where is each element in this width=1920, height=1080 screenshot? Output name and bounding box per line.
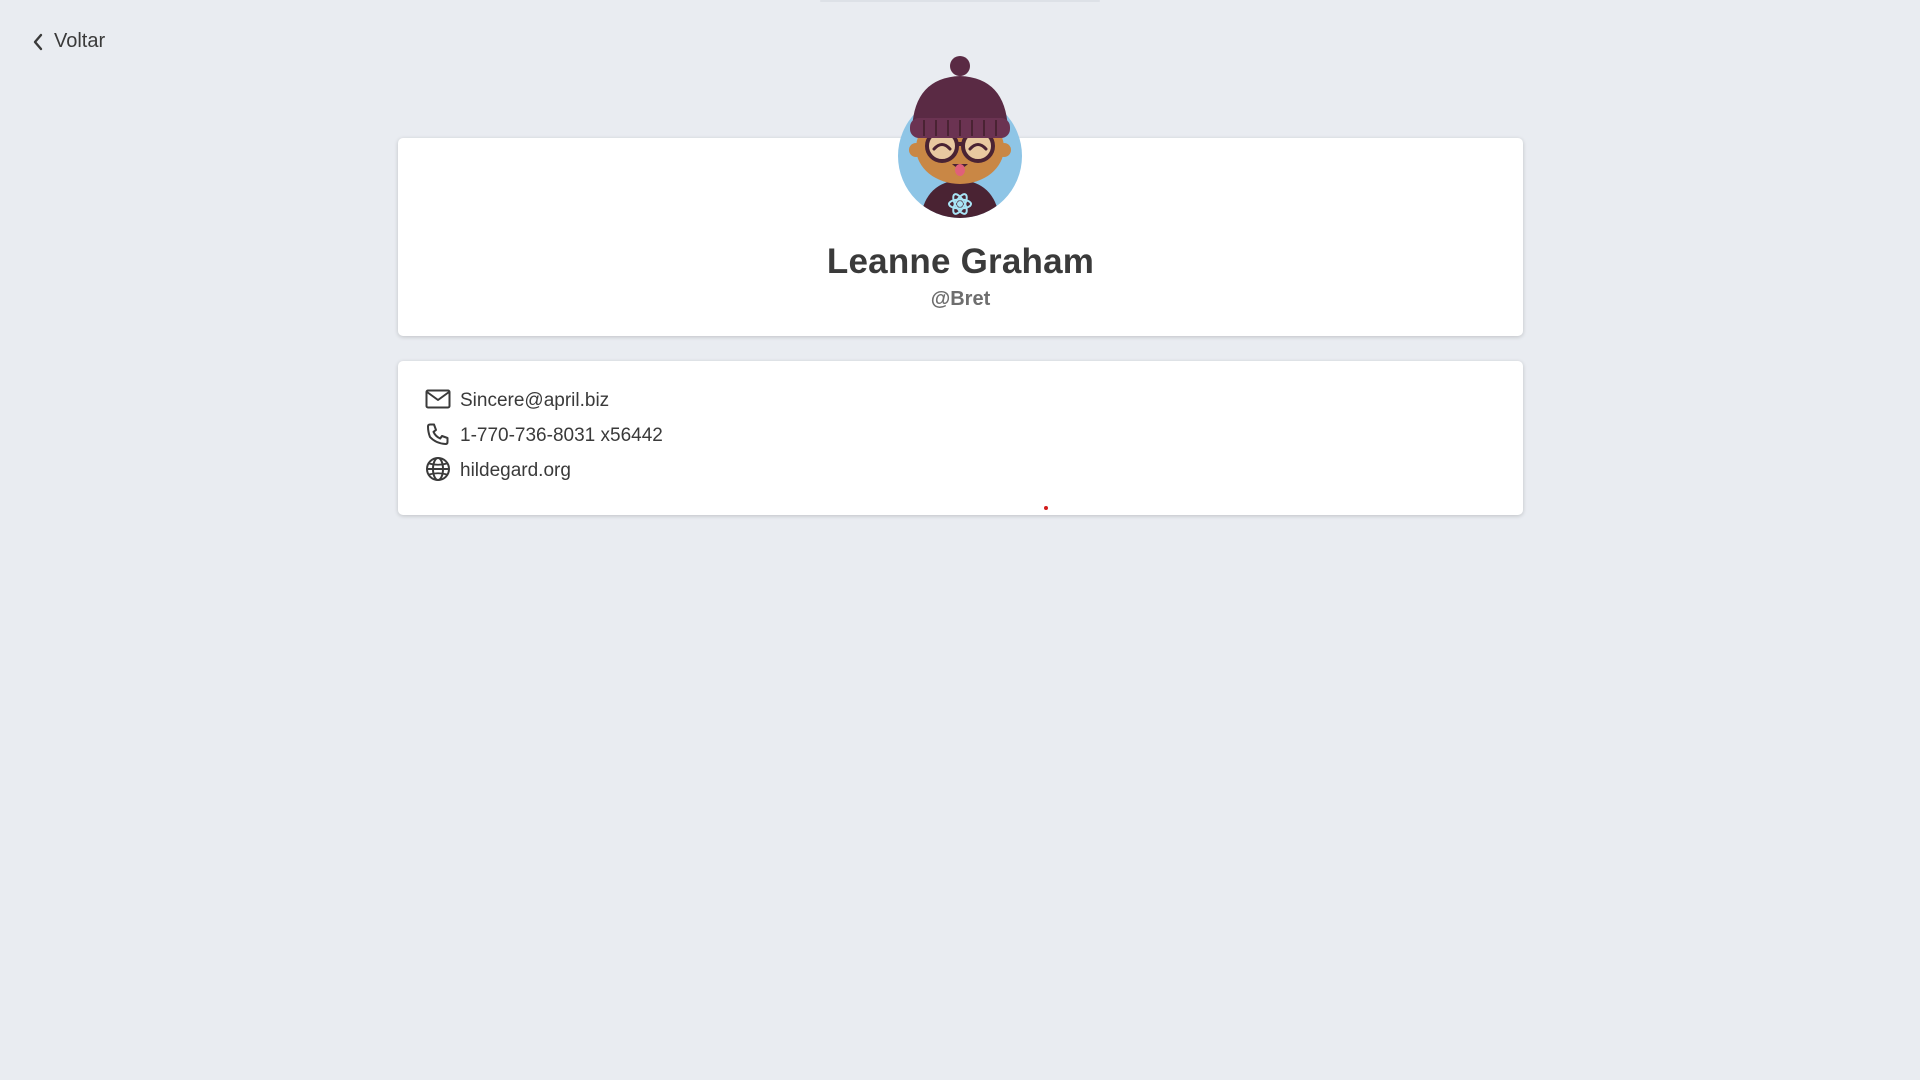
contact-email: Sincere@april.biz [424, 389, 663, 424]
profile-name: Leanne Graham [826, 242, 1095, 281]
avatar [894, 52, 1026, 222]
email-text: Sincere@april.biz [460, 390, 610, 411]
contact-website: hildegard.org [424, 457, 663, 494]
contact-list: Sincere@april.biz 1-770-736-8031 x56442 [424, 389, 663, 494]
phone-text: 1-770-736-8031 x56442 [460, 425, 663, 446]
contact-phone: 1-770-736-8031 x56442 [424, 423, 663, 459]
globe-icon [424, 455, 452, 483]
website-link[interactable]: hildegard.org [460, 459, 571, 483]
back-label: Voltar [54, 30, 106, 52]
phone-icon [424, 420, 452, 448]
cursor-dot [1044, 506, 1048, 510]
back-button[interactable]: Voltar [32, 30, 105, 53]
profile-username: @Bret [930, 288, 991, 310]
mail-icon [424, 385, 452, 413]
top-indicator [820, 0, 1100, 2]
contact-card: Sincere@april.biz 1-770-736-8031 x56442 [398, 361, 1523, 515]
chevron-left-icon [32, 33, 44, 51]
